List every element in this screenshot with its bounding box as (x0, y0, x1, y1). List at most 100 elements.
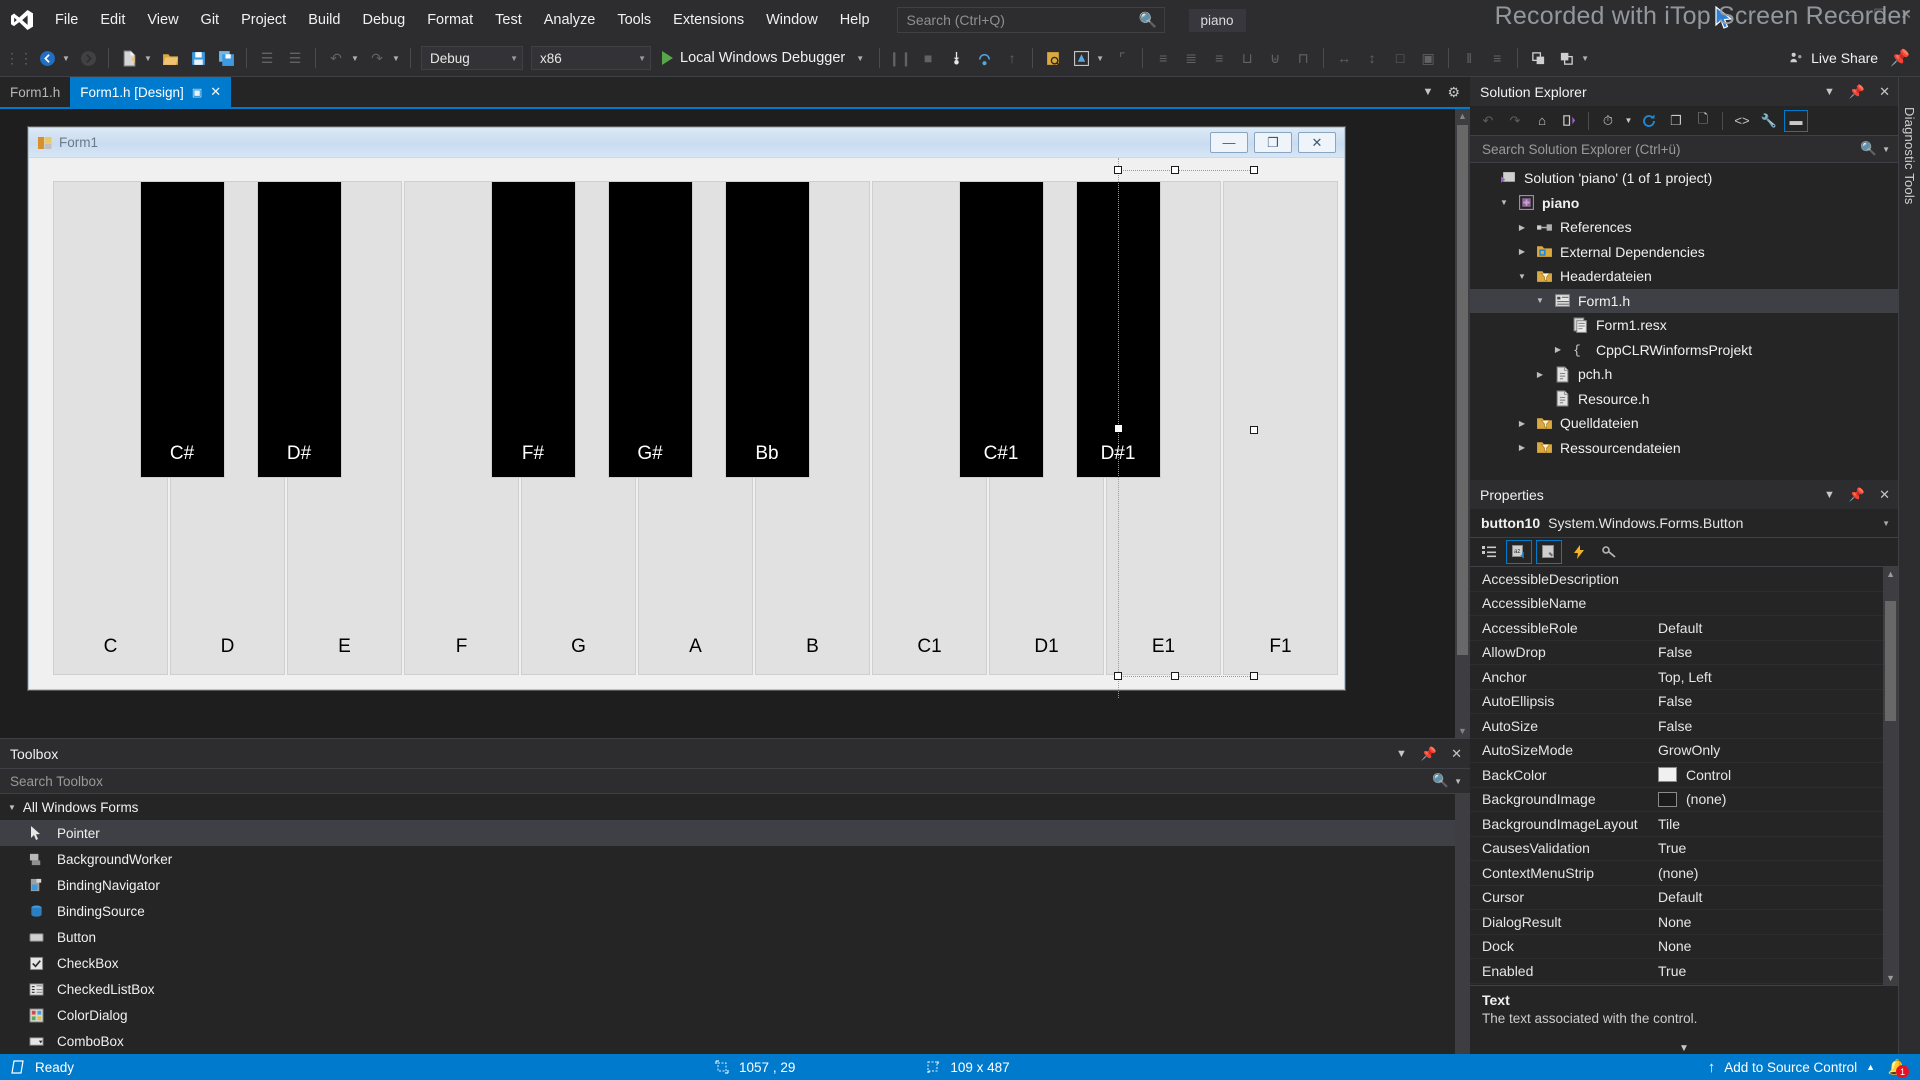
navigate-backward-icon[interactable] (34, 45, 60, 71)
property-value[interactable]: Default (1646, 616, 1898, 641)
menu-item-format[interactable]: Format (416, 0, 484, 40)
property-row[interactable]: AllowDrop False (1470, 641, 1898, 665)
form1-close-button[interactable]: ✕ (1298, 132, 1336, 153)
menu-item-help[interactable]: Help (829, 0, 881, 40)
selection-grip-center[interactable] (1115, 425, 1122, 432)
scroll-down-icon[interactable]: ▼ (1886, 973, 1895, 983)
toolbox-item-combobox[interactable]: ComboBox (0, 1028, 1470, 1054)
menu-item-analyze[interactable]: Analyze (533, 0, 607, 40)
menu-item-file[interactable]: File (44, 0, 89, 40)
menu-item-git[interactable]: Git (190, 0, 231, 40)
property-row[interactable]: AccessibleName (1470, 592, 1898, 616)
solution-tree-item-quelldateien[interactable]: ▶ Quelldateien (1470, 411, 1898, 436)
toolbox-search-input[interactable]: Search Toolbox 🔍 ▼ (0, 768, 1470, 794)
se-preview-selected-icon[interactable]: ▬ (1784, 109, 1808, 132)
property-value[interactable]: True (1646, 959, 1898, 984)
property-row[interactable]: BackColor Control (1470, 763, 1898, 788)
property-row[interactable]: AccessibleDescription (1470, 567, 1898, 592)
se-filter-dropdown-icon[interactable]: ▼ (1623, 110, 1634, 132)
form1-maximize-button[interactable]: ❐ (1254, 132, 1292, 153)
solution-tree-item-form1-resx[interactable]: Form1.resx (1470, 313, 1898, 338)
selection-grip-5[interactable] (1171, 672, 1179, 680)
properties-pin-icon[interactable]: 📌 (1849, 487, 1865, 503)
se-refresh-icon[interactable] (1637, 110, 1661, 132)
property-value[interactable]: (none) (1646, 861, 1898, 886)
selection-grip-6[interactable] (1250, 672, 1258, 680)
property-row[interactable]: Anchor Top, Left (1470, 665, 1898, 690)
scroll-up-icon[interactable]: ▲ (1458, 109, 1467, 123)
toolbox-pin-icon[interactable]: 📌 (1421, 746, 1437, 762)
new-project-icon[interactable] (116, 45, 142, 71)
solution-explorer-pin-icon[interactable]: 📌 (1849, 84, 1865, 100)
solution-tree-item-resource-h[interactable]: Resource.h (1470, 387, 1898, 412)
property-value[interactable] (1646, 592, 1898, 616)
properties-scroll-thumb[interactable] (1885, 601, 1896, 721)
selection-grip-3[interactable] (1250, 426, 1258, 434)
close-icon[interactable]: ✕ (210, 84, 221, 100)
menu-item-window[interactable]: Window (755, 0, 829, 40)
live-share-button[interactable]: Live Share (1779, 45, 1888, 71)
solution-tree-item-external-dependencies[interactable]: ▶ External Dependencies (1470, 240, 1898, 265)
se-home-icon[interactable]: ⌂ (1530, 110, 1554, 132)
property-value[interactable]: Top, Left (1646, 665, 1898, 690)
property-value[interactable]: False (1646, 641, 1898, 665)
properties-close-icon[interactable]: ✕ (1879, 487, 1890, 503)
toolbar-pin-icon[interactable]: 📌 (1890, 48, 1910, 68)
se-collapse-all-icon[interactable]: ❐ (1664, 110, 1688, 132)
start-debugging-button[interactable]: Local Windows Debugger ▼ (656, 45, 872, 71)
save-all-icon[interactable] (213, 45, 239, 71)
property-value[interactable]: True (1646, 837, 1898, 861)
black-key-csharp1[interactable]: C#1 (958, 181, 1044, 478)
scroll-thumb[interactable] (1457, 125, 1468, 655)
solution-tree-item-piano[interactable]: ▼ piano (1470, 191, 1898, 216)
property-row[interactable]: BackgroundImageLayout Tile (1470, 812, 1898, 837)
property-row[interactable]: Enabled True (1470, 959, 1898, 984)
chevron-down-icon[interactable]: ▼ (1454, 777, 1462, 786)
property-row[interactable]: AutoSize False (1470, 714, 1898, 739)
form1-client-area[interactable]: C D E F G A B C1 D1 E1 F1 C# D# F# G# Bb C#1 D#1 (29, 158, 1344, 698)
se-show-all-files-icon[interactable]: 🗋 (1691, 110, 1715, 132)
menu-item-extensions[interactable]: Extensions (662, 0, 755, 40)
scroll-down-icon[interactable]: ▼ (1458, 724, 1467, 738)
se-switch-views-icon[interactable] (1557, 110, 1581, 132)
property-value[interactable]: None (1646, 910, 1898, 935)
solution-tree-item-references[interactable]: ▶ References (1470, 215, 1898, 240)
properties-view-icon[interactable] (1536, 540, 1562, 564)
menu-item-view[interactable]: View (136, 0, 189, 40)
scroll-up-icon[interactable]: ▲ (1886, 569, 1895, 579)
form-designer-surface[interactable]: ▲ ▼ Form1 — ❐ ✕ C D E F G A B C1 D1 E1 F… (0, 107, 1470, 738)
editor-settings-icon[interactable]: ⚙ (1447, 84, 1460, 101)
solution-tree-item-cppclrwinformsprojekt[interactable]: ▶ { } CppCLRWinformsProjekt (1470, 338, 1898, 363)
step-into-icon[interactable] (943, 45, 969, 71)
se-pending-changes-icon[interactable]: ⏱ (1596, 110, 1620, 132)
black-key-bb[interactable]: Bb (724, 181, 810, 478)
black-key-fsharp[interactable]: F# (490, 181, 576, 478)
solution-tree-item-solution-piano-1-of-1-project[interactable]: Solution 'piano' (1 of 1 project) (1470, 166, 1898, 191)
toolbox-item-backgroundworker[interactable]: BackgroundWorker (0, 846, 1470, 872)
toolbox-item-button[interactable]: Button (0, 924, 1470, 950)
solution-configuration-select[interactable]: Debug ▼ (421, 46, 523, 70)
toolbox-item-colordialog[interactable]: ColorDialog (0, 1002, 1470, 1028)
property-value[interactable]: Control (1646, 763, 1898, 788)
designer-vertical-scrollbar[interactable]: ▲ ▼ (1455, 109, 1470, 738)
designer-dropdown-icon[interactable]: ▼ (1096, 54, 1107, 63)
black-key-csharp[interactable]: C# (139, 181, 225, 478)
solution-explorer-close-icon[interactable]: ✕ (1879, 84, 1890, 100)
solution-explorer-dropdown-icon[interactable]: ▼ (1824, 86, 1835, 98)
quick-search-input[interactable]: Search (Ctrl+Q) 🔍 (896, 7, 1165, 33)
property-value[interactable] (1646, 567, 1898, 592)
solution-tree-item-headerdateien[interactable]: ▼ Headerdateien (1470, 264, 1898, 289)
solution-platform-select[interactable]: x86 ▼ (531, 46, 651, 70)
menu-item-debug[interactable]: Debug (351, 0, 416, 40)
properties-dropdown-icon[interactable]: ▼ (1824, 489, 1835, 501)
pin-icon[interactable]: ▣ (192, 86, 202, 99)
alphabetical-view-icon[interactable]: az (1506, 540, 1532, 564)
property-pages-icon[interactable] (1596, 540, 1622, 564)
navigate-backward-dropdown-icon[interactable]: ▼ (62, 54, 73, 63)
solution-explorer-search-input[interactable]: Search Solution Explorer (Ctrl+ü) 🔍 ▼ (1470, 136, 1898, 163)
new-project-dropdown-icon[interactable]: ▼ (144, 54, 155, 63)
tab-list-dropdown-icon[interactable]: ▼ (1423, 86, 1434, 98)
toolbar-overflow-icon[interactable]: ▼ (1581, 54, 1592, 63)
step-over-icon[interactable] (971, 45, 997, 71)
property-value[interactable]: Tile (1646, 812, 1898, 837)
